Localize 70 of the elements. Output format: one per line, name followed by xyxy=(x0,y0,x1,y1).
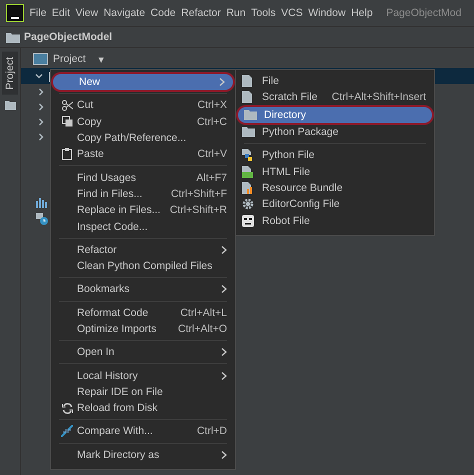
robot-icon xyxy=(242,214,254,227)
menu-item[interactable]: Clean Python Compiled Files xyxy=(51,258,235,274)
menu-item[interactable]: Scratch File Ctrl+Alt+Shift+Insert xyxy=(236,89,434,106)
menu-item[interactable]: Local History xyxy=(51,367,235,384)
bundle-icon xyxy=(242,182,253,194)
menu-item[interactable]: Help xyxy=(351,7,373,19)
menu-item[interactable]: Compare With... Ctrl+D xyxy=(51,423,235,440)
menu-item[interactable]: Find in Files... Ctrl+Shift+F xyxy=(51,186,235,202)
menu-item[interactable]: New xyxy=(53,74,233,90)
menu-item[interactable]: View xyxy=(76,7,98,19)
menu-item[interactable]: Open In xyxy=(51,344,235,360)
folder-icon xyxy=(242,127,255,138)
folder-icon xyxy=(4,100,16,110)
project-view-label[interactable]: Project xyxy=(53,53,86,65)
gear-icon xyxy=(242,198,254,210)
menu-item[interactable]: Copy Path/Reference... xyxy=(51,130,235,146)
menu-item[interactable]: Cut Ctrl+X xyxy=(51,97,235,114)
chevron-icon[interactable] xyxy=(37,132,45,140)
project-view-icon xyxy=(33,53,48,65)
refresh-icon xyxy=(62,402,72,414)
file-icon xyxy=(242,75,252,88)
caret-icon[interactable]: ▾ xyxy=(98,52,105,66)
compare-icon xyxy=(61,425,73,438)
menu-item[interactable]: Refactor xyxy=(51,242,235,258)
menu-item[interactable]: Reformat Code Ctrl+Alt+L xyxy=(51,304,235,321)
menu-item[interactable]: EditorConfig File xyxy=(236,196,434,212)
chevron-icon[interactable] xyxy=(37,102,45,110)
folder-icon xyxy=(244,110,257,120)
html-file-icon xyxy=(242,166,253,178)
menu-item[interactable]: Mark Directory as xyxy=(51,446,235,463)
menu-item[interactable]: Optimize Imports Ctrl+Alt+O xyxy=(51,320,235,338)
menu-item[interactable]: Inspect Code... xyxy=(51,218,235,235)
chevron-icon[interactable] xyxy=(35,72,43,80)
clock-icon xyxy=(36,213,48,225)
menu-item[interactable]: Navigate xyxy=(104,7,146,19)
window-title: PageObjectMod xyxy=(386,7,462,19)
app-logo-icon xyxy=(6,4,24,22)
menu-item[interactable]: Robot File xyxy=(236,212,434,229)
menu-item[interactable]: Window xyxy=(308,7,346,19)
folder-icon xyxy=(6,32,20,42)
menu-item[interactable]: Resource Bundle xyxy=(236,180,434,196)
menu-item[interactable]: Find Usages Alt+F7 xyxy=(51,169,235,186)
menu-item[interactable]: File xyxy=(30,7,46,19)
menu-item[interactable]: Tools xyxy=(251,7,276,19)
menu-item[interactable]: Python Package xyxy=(236,124,434,140)
menu-item[interactable]: Refactor xyxy=(181,7,221,19)
python-file-icon xyxy=(242,149,253,162)
file-icon xyxy=(242,91,252,104)
menu-item[interactable]: Bookmarks xyxy=(51,281,235,298)
copy-icon xyxy=(62,116,72,128)
menu-item[interactable]: VCS xyxy=(281,7,303,19)
chevron-icon[interactable] xyxy=(37,118,45,126)
menu-item[interactable]: File xyxy=(236,73,434,90)
chevron-icon[interactable] xyxy=(37,88,45,96)
menu-item[interactable]: Reload from Disk xyxy=(51,400,235,416)
scissors-icon xyxy=(62,100,72,111)
project-tab[interactable]: Project xyxy=(2,52,18,95)
bar-chart-icon xyxy=(36,198,47,208)
menu-item[interactable]: Paste Ctrl+V xyxy=(51,146,235,162)
menu-item[interactable]: Directory xyxy=(238,106,432,123)
menu-item[interactable]: Replace in Files... Ctrl+Shift+R xyxy=(51,202,235,218)
menu-item[interactable]: HTML File xyxy=(236,163,434,180)
menu-item[interactable]: Edit xyxy=(52,7,70,19)
breadcrumb[interactable]: PageObjectModel xyxy=(24,31,112,43)
menu-item[interactable]: Repair IDE on File xyxy=(51,384,235,400)
menu-item[interactable]: Code xyxy=(150,7,176,19)
clipboard-icon xyxy=(62,148,72,160)
menu-item[interactable]: Python File xyxy=(236,147,434,164)
menu-item[interactable]: Copy Ctrl+C xyxy=(51,114,235,130)
menu-item[interactable]: Run xyxy=(226,7,246,19)
